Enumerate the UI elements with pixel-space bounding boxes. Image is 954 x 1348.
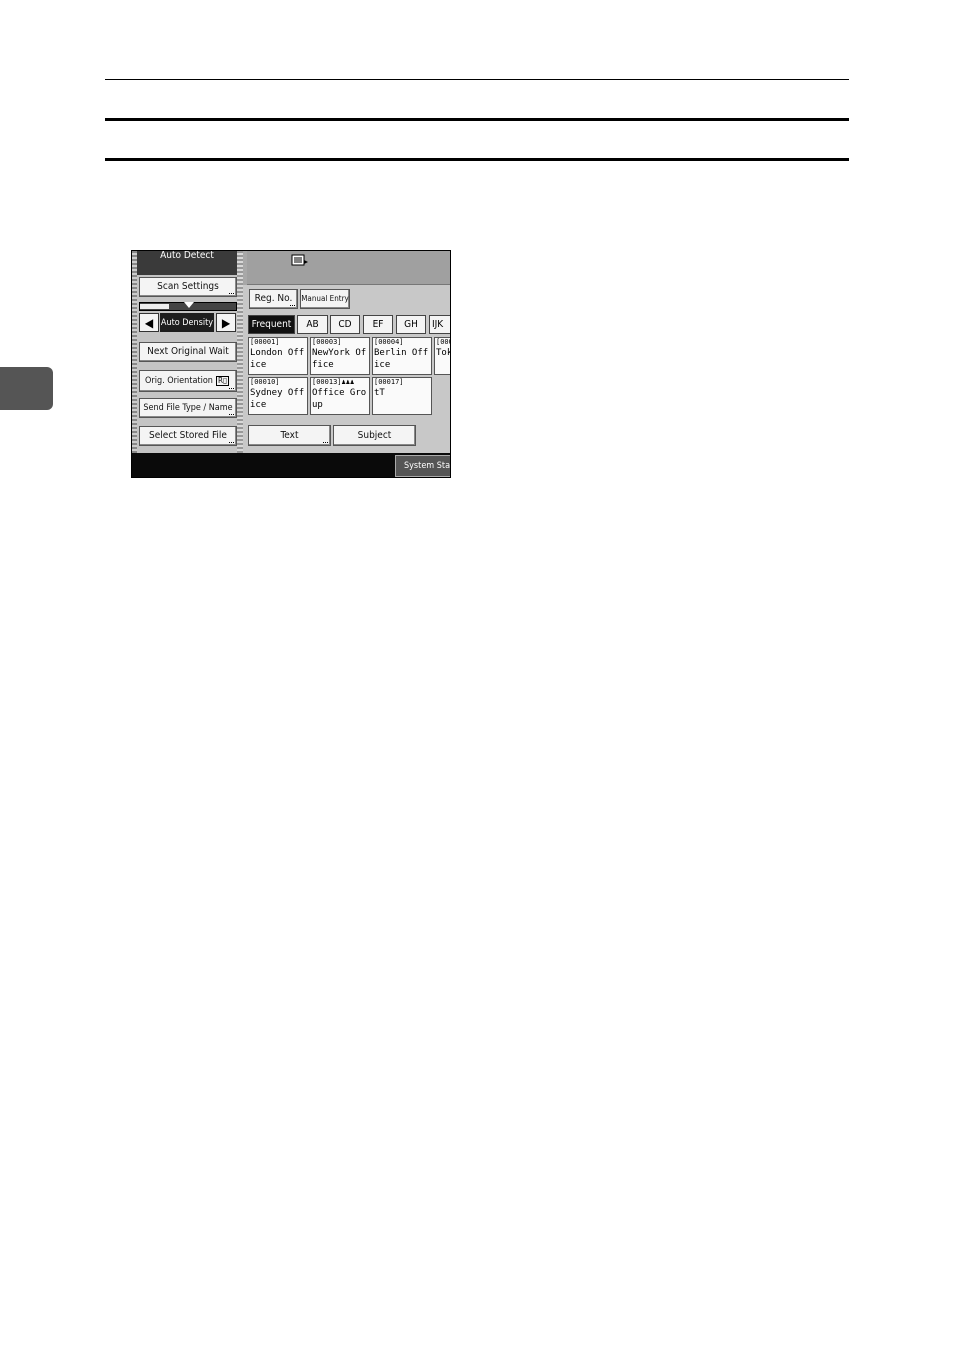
section-rule-bottom xyxy=(105,158,849,161)
destination-code: [000 xyxy=(436,338,450,346)
left-settings-column: Auto Detect Scan Settings ◀ Auto Density… xyxy=(132,251,243,453)
destination-button[interactable]: [00017] tT xyxy=(372,377,432,415)
destination-button[interactable]: [00010] Sydney Off ice xyxy=(248,377,308,415)
destination-code-text: [00013] xyxy=(312,378,342,386)
manual-entry-button[interactable]: Manual Entry xyxy=(300,289,350,309)
destination-button[interactable]: [00004] Berlin Off ice xyxy=(372,337,432,375)
destination-button[interactable]: [000 Tok ce xyxy=(434,337,451,375)
destination-button[interactable]: [00001] London Off ice xyxy=(248,337,308,375)
chapter-tab xyxy=(0,367,53,410)
orig-orientation-button[interactable]: Orig. Orientation R▯ xyxy=(139,370,237,392)
tab-ab[interactable]: AB xyxy=(297,315,328,334)
scan-settings-label: Scan Settings xyxy=(157,281,219,292)
system-status-button[interactable]: System Status xyxy=(395,455,451,477)
orientation-icon: R▯ xyxy=(215,376,229,386)
send-file-type-label: Send File Type / Name xyxy=(143,402,233,413)
density-lighter-button[interactable]: ◀ xyxy=(139,313,159,332)
destination-code: [00001] xyxy=(250,338,280,346)
auto-detect-label: Auto Detect xyxy=(137,251,237,275)
destination-code: [00017] xyxy=(374,378,404,386)
select-stored-file-button[interactable]: Select Stored File xyxy=(139,426,237,446)
destination-code: [00003] xyxy=(312,338,342,346)
destination-name: Tok ce xyxy=(436,348,451,358)
tab-frequent[interactable]: Frequent xyxy=(248,315,295,334)
density-indicator xyxy=(139,302,237,311)
header-rule xyxy=(105,79,849,80)
text-button[interactable]: Text xyxy=(248,425,331,446)
reg-no-label: Reg. No. xyxy=(254,293,293,304)
tab-ijk[interactable]: IJK xyxy=(429,315,450,334)
right-arrow-icon: ▶ xyxy=(221,315,231,330)
manual-entry-label: Manual Entry xyxy=(301,294,349,303)
document-icon xyxy=(291,254,308,266)
destination-display xyxy=(247,251,450,285)
next-original-wait-label: Next Original Wait xyxy=(147,346,229,357)
destination-code: [00010] xyxy=(250,378,280,386)
text-label: Text xyxy=(280,429,299,441)
tab-ef[interactable]: EF xyxy=(363,315,393,334)
density-darker-button[interactable]: ▶ xyxy=(216,313,236,332)
density-level xyxy=(140,304,169,309)
destination-name: London Off ice xyxy=(250,348,305,370)
left-arrow-icon: ◀ xyxy=(144,315,154,330)
destination-button[interactable]: [00003] NewYork Of fice xyxy=(310,337,370,375)
destination-code: [00013]♟♟♟ xyxy=(312,378,368,387)
scroll-stripe xyxy=(132,251,137,453)
density-caret-icon xyxy=(184,302,194,308)
destination-button[interactable]: [00013]♟♟♟ Office Gro up xyxy=(310,377,370,415)
auto-density-button[interactable]: Auto Density xyxy=(160,313,214,332)
send-file-type-button[interactable]: Send File Type / Name xyxy=(139,398,237,418)
destination-name: NewYork Of fice xyxy=(312,348,367,370)
next-original-wait-button[interactable]: Next Original Wait xyxy=(139,342,237,362)
select-stored-file-label: Select Stored File xyxy=(149,430,227,441)
destination-name: Office Gro up xyxy=(312,388,367,410)
destination-name: Sydney Off ice xyxy=(250,388,305,410)
destination-name: Berlin Off ice xyxy=(374,348,429,370)
group-icon: ♟♟♟ xyxy=(341,378,355,386)
tab-cd[interactable]: CD xyxy=(330,315,360,334)
scan-settings-button[interactable]: Scan Settings xyxy=(139,277,237,297)
reg-no-button[interactable]: Reg. No. xyxy=(249,289,298,309)
subject-label: Subject xyxy=(357,429,392,441)
section-rule-top xyxy=(105,118,849,121)
system-status-label: System Status xyxy=(404,461,451,471)
orig-orientation-label: Orig. Orientation xyxy=(145,375,213,386)
tab-gh[interactable]: GH xyxy=(396,315,426,334)
scanner-screen: Auto Detect Scan Settings ◀ Auto Density… xyxy=(131,250,451,478)
subject-button[interactable]: Subject xyxy=(333,425,416,446)
destination-name: tT xyxy=(374,388,385,398)
destination-code: [00004] xyxy=(374,338,404,346)
